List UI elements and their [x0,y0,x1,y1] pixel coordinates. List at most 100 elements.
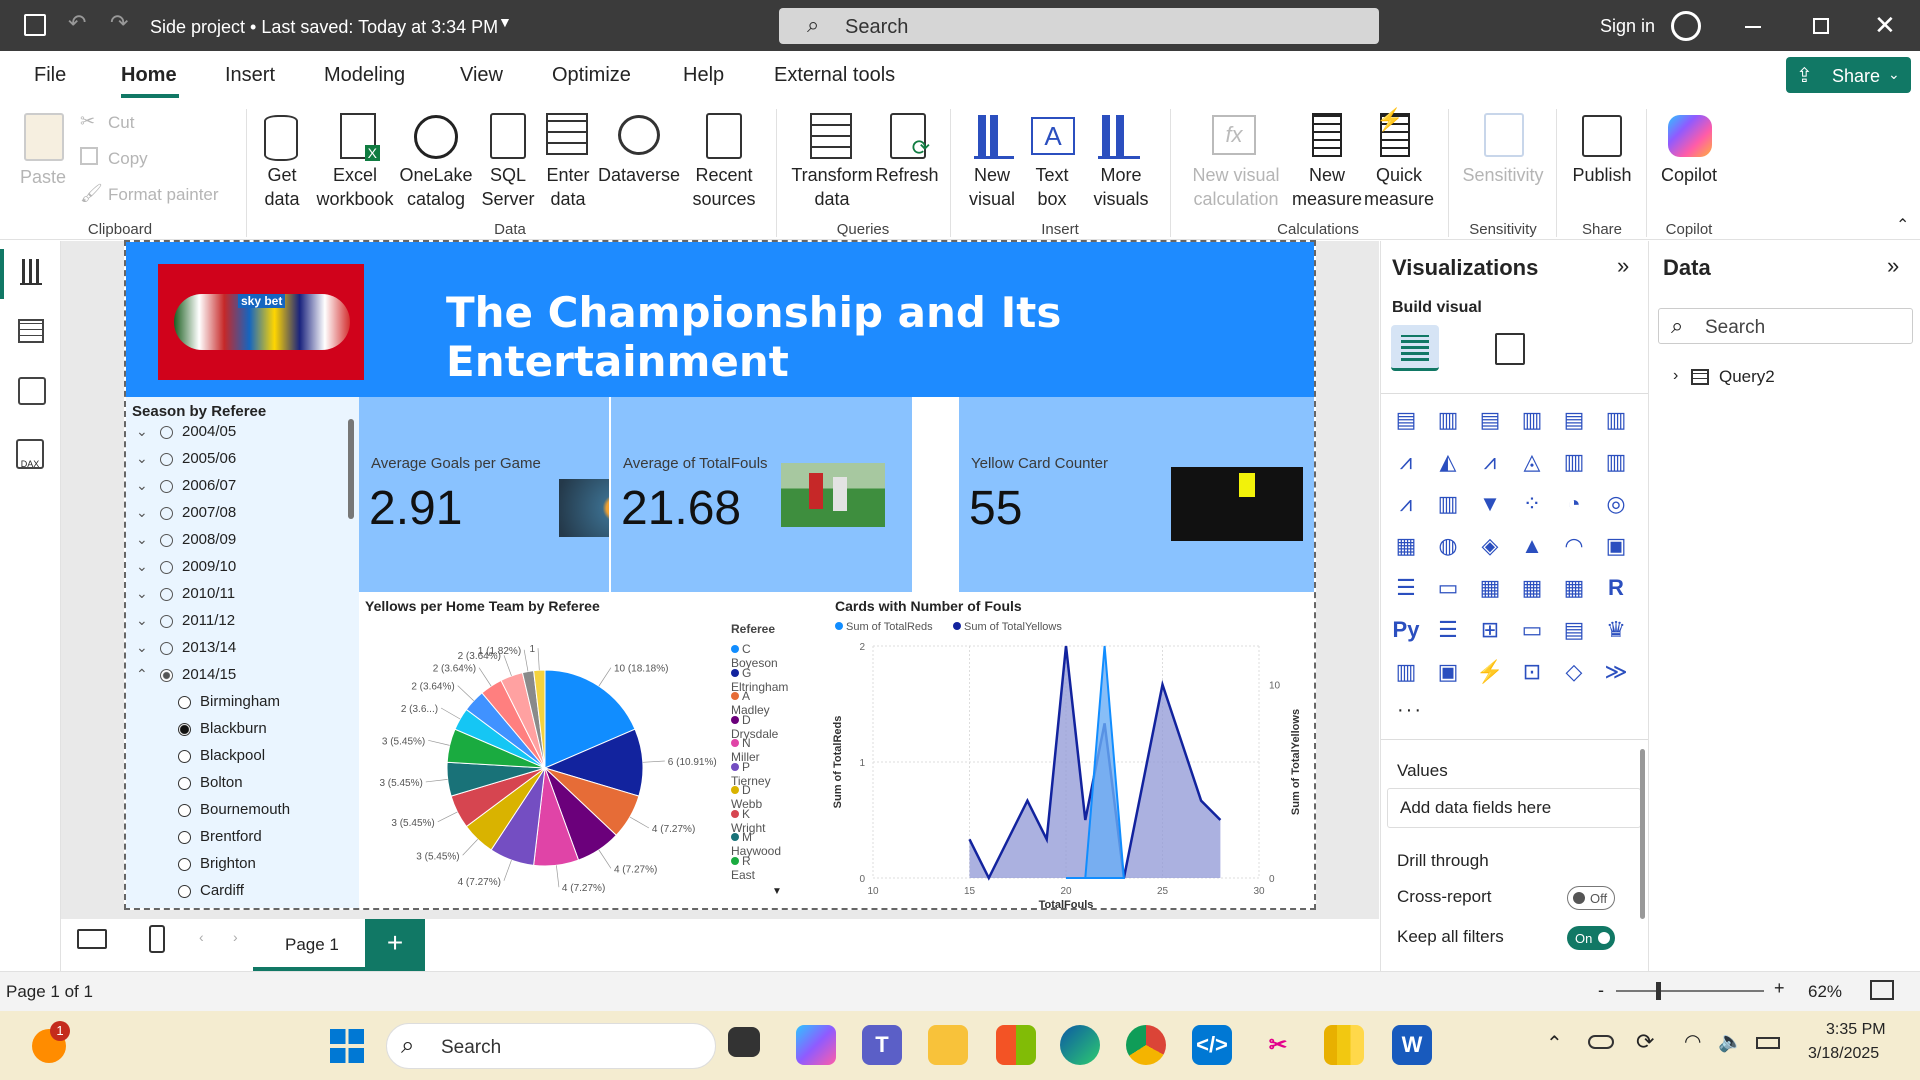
fit-to-page-icon[interactable] [1870,980,1894,1000]
radio-icon[interactable] [178,723,191,736]
narrative-visual-icon[interactable]: ▤ [1559,615,1589,645]
save-icon[interactable] [24,14,46,36]
format-painter-button[interactable]: Format painter [108,185,219,205]
legend-label[interactable]: Sum of TotalYellows [964,621,1062,633]
chevron-down-icon[interactable]: ▼ [498,14,512,30]
slicer-team-item[interactable]: Brighton [178,855,338,877]
add-fields-well[interactable]: Add data fields here [1387,788,1641,828]
onedrive-icon[interactable] [1588,1035,1614,1049]
legend-label[interactable]: Sum of TotalReds [846,621,933,633]
task-view-icon[interactable] [728,1027,760,1057]
more-visuals-button[interactable]: More visuals [1086,163,1156,211]
radio-icon[interactable] [178,777,191,790]
chevron-visual-icon[interactable]: ≫ [1601,657,1631,687]
sql-server-button[interactable]: SQL Server [478,163,538,211]
new-visual-calculation-button[interactable]: New visual calculation [1180,163,1292,211]
recent-sources-button[interactable]: Recent sources [686,163,762,211]
battery-icon[interactable] [1756,1037,1780,1049]
slicer-scrollbar[interactable] [348,419,354,519]
model-view-icon[interactable] [18,377,46,405]
page-tab[interactable]: Page 1 [253,919,365,971]
data-search-input[interactable]: ⌕ Search [1658,308,1913,344]
maximize-icon[interactable] [1813,18,1829,34]
minimize-icon[interactable] [1745,26,1761,28]
radio-icon[interactable] [160,507,173,520]
chevron-down-icon[interactable]: ⌄ [136,531,148,548]
more-visuals-ellipsis[interactable]: ··· [1397,699,1423,722]
slicer-season-item[interactable]: ⌄ 2004/05 [136,423,336,445]
chevron-down-icon[interactable]: ⌄ [136,450,148,467]
slicer-season-item[interactable]: ⌄ 2011/12 [136,612,336,634]
gauge-visual-icon[interactable]: ◠ [1559,531,1589,561]
menu-modeling[interactable]: Modeling [324,64,405,87]
chevron-down-icon[interactable]: ⌄ [136,504,148,521]
sensitivity-button[interactable]: Sensitivity [1456,163,1550,187]
cut-button[interactable]: Cut [108,113,134,133]
stacked-area-visual-icon[interactable]: ⩘ [1475,447,1505,477]
radio-icon[interactable] [160,480,173,493]
new-visual-button[interactable]: New visual [962,163,1022,211]
shape-map-visual-icon[interactable]: ⊡ [1517,657,1547,687]
format-visual-tab-icon[interactable] [1495,333,1525,365]
redo-icon[interactable]: ↷ [110,10,128,36]
radio-icon[interactable] [160,426,173,439]
user-avatar-icon[interactable] [1671,11,1701,41]
chevron-down-icon[interactable]: ⌄ [136,558,148,575]
share-button[interactable]: ⇪ Share ⌄ [1786,57,1911,93]
slicer-season-item[interactable]: ⌄ 2007/08 [136,504,336,526]
decomposition-tree-visual-icon[interactable]: ⊞ [1475,615,1505,645]
radio-icon[interactable] [160,615,173,628]
python-visual-visual-icon[interactable]: Py [1391,615,1421,645]
radio-icon[interactable] [160,534,173,547]
expand-chevron-icon[interactable]: › [1673,367,1678,385]
line-column-visual-icon[interactable]: ▥ [1559,447,1589,477]
refresh-button[interactable]: Refresh [870,163,944,187]
clustered-column-visual-icon[interactable]: ▥ [1517,405,1547,435]
prev-page-icon[interactable]: ‹ [199,929,204,945]
snipping-tool-icon[interactable]: ✂ [1258,1025,1298,1065]
clustered-bar-visual-icon[interactable]: ▤ [1475,405,1505,435]
edge-icon[interactable] [1060,1025,1100,1065]
collapse-ribbon-icon[interactable]: ⌃ [1896,215,1909,235]
funnel-visual-icon[interactable]: ▼ [1475,489,1505,519]
slicer-team-item[interactable]: Bolton [178,774,338,796]
power-bi-icon[interactable] [1324,1025,1364,1065]
wifi-icon[interactable]: ◠ [1684,1029,1701,1054]
get-data-button[interactable]: Get data [252,163,312,211]
slicer-season-item[interactable]: ⌃ 2014/15 [136,666,336,688]
azure-map-visual-icon[interactable]: ▲ [1517,531,1547,561]
diamond-visual-icon[interactable]: ◇ [1559,657,1589,687]
area-chart-visual[interactable]: Cards with Number of Fouls Sum of TotalR… [829,592,1314,908]
slicer-season-item[interactable]: ⌄ 2008/09 [136,531,336,553]
filled-map-visual-icon[interactable]: ◈ [1475,531,1505,561]
enter-data-button[interactable]: Enter data [538,163,598,211]
sync-icon[interactable]: ⟳ [1636,1029,1654,1055]
pie-visual-icon[interactable]: ◔ [1559,489,1589,519]
radio-icon[interactable] [178,831,191,844]
area-visual-icon[interactable]: ◭ [1433,447,1463,477]
line-clustered-visual-icon[interactable]: ▥ [1601,447,1631,477]
card-visual-icon[interactable]: ▣ [1601,531,1631,561]
waterfall-visual-icon[interactable]: ▥ [1433,489,1463,519]
report-view-icon[interactable] [20,259,42,285]
copilot-button[interactable]: Copilot [1652,163,1726,187]
excel-workbook-button[interactable]: Excel workbook [312,163,398,211]
dataverse-button[interactable]: Dataverse [598,163,680,187]
slicer-season-item[interactable]: ⌄ 2006/07 [136,477,336,499]
ribbon-visual-icon[interactable]: ⩘ [1391,489,1421,519]
word-icon[interactable]: W [1392,1025,1432,1065]
zoom-thumb[interactable] [1656,982,1661,1000]
donut-visual-icon[interactable]: ◎ [1601,489,1631,519]
slicer-visual-icon[interactable]: ▦ [1475,573,1505,603]
menu-home[interactable]: Home [121,64,177,87]
pane-scrollbar[interactable] [1640,749,1645,919]
collapse-pane-icon[interactable]: » [1617,253,1629,279]
copilot-app-icon[interactable] [796,1025,836,1065]
table-visual-icon[interactable]: ▦ [1517,573,1547,603]
keep-filters-toggle[interactable]: On [1567,926,1615,950]
slicer-team-item[interactable]: Bournemouth [178,801,338,823]
slicer-season-item[interactable]: ⌄ 2009/10 [136,558,336,580]
start-icon[interactable] [330,1029,364,1063]
next-page-icon[interactable]: › [233,929,238,945]
show-hidden-icons[interactable]: ⌃ [1546,1031,1563,1056]
